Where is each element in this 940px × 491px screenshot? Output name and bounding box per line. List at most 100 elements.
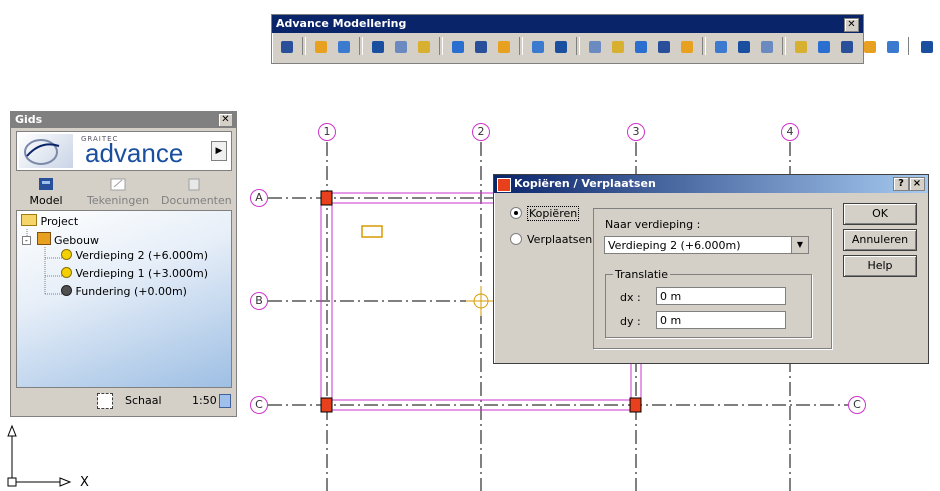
toolbar-split-button[interactable] <box>711 37 731 57</box>
toolbar-roof-button[interactable] <box>494 37 514 57</box>
toolbar-copy-button[interactable] <box>791 37 811 57</box>
column-c1 <box>320 397 333 413</box>
tree-building[interactable]: - Gebouw <box>22 232 99 247</box>
guide-panel-title: Gids ✕ <box>11 112 236 128</box>
toolbar-opening-button[interactable] <box>585 37 605 57</box>
toolbar-axis-button[interactable] <box>654 37 674 57</box>
tree-level-1[interactable]: Verdieping 1 (+3.000m) <box>61 267 208 280</box>
grid-label-c: C <box>250 396 268 414</box>
level-active-icon <box>61 249 72 260</box>
cursor-icon <box>466 286 496 316</box>
grid-label-a: A <box>250 189 268 207</box>
foundation-icon <box>61 285 72 296</box>
collapse-icon[interactable]: - <box>22 236 31 245</box>
toolbar-move-button[interactable] <box>837 37 857 57</box>
toolbar-view-button[interactable] <box>917 37 937 57</box>
graitec-logo <box>19 134 73 168</box>
documents-icon <box>184 176 204 192</box>
toolbar-rotate-button[interactable] <box>860 37 880 57</box>
dx-field[interactable]: 0 m <box>656 287 786 305</box>
tree-project[interactable]: Project <box>21 214 78 228</box>
tree-level-2[interactable]: Verdieping 2 (+6.000m) <box>61 249 208 262</box>
chevron-down-icon[interactable]: ▼ <box>791 237 808 253</box>
toolbar-separator <box>439 37 443 55</box>
toolbar-pen-button[interactable] <box>734 37 754 57</box>
expand-arrow-button[interactable]: ▶ <box>211 141 227 161</box>
slab-icon <box>452 41 464 53</box>
house-icon <box>887 41 899 53</box>
guide-statusbar: Schaal 1:50 <box>11 390 236 412</box>
scale-label: Schaal <box>125 394 162 407</box>
toolbar-paste-button[interactable] <box>814 37 834 57</box>
toolbar-measure-button[interactable] <box>631 37 651 57</box>
help-button[interactable]: Help <box>843 255 917 277</box>
toolbar-stair-button[interactable] <box>528 37 548 57</box>
brand-banner: GRAITEC advance ▶ <box>16 131 232 171</box>
measure-icon <box>635 41 647 53</box>
folder-icon <box>315 41 327 53</box>
toolbar-column-button[interactable] <box>391 37 411 57</box>
radio-move[interactable]: Verplaatsen <box>510 233 592 246</box>
toolbar-close-button[interactable]: ✕ <box>844 18 859 32</box>
building-icon <box>36 232 51 245</box>
dx-label: dx : <box>620 291 641 304</box>
brand-name: advance <box>85 138 184 168</box>
toolbar-brush-button[interactable] <box>757 37 777 57</box>
toolbar-separator <box>519 37 523 55</box>
toolbar-separator <box>908 37 912 55</box>
toolbar-house-button[interactable] <box>883 37 903 57</box>
tab-documents[interactable]: Documenten <box>161 176 232 207</box>
translation-label: Translatie <box>613 268 671 281</box>
toolbar-separator <box>782 37 786 55</box>
dialog-help-button[interactable]: ? <box>893 177 909 191</box>
toolbar-guide-button[interactable] <box>277 37 297 57</box>
ucs-icon <box>7 424 72 487</box>
stair-icon <box>532 41 544 53</box>
drawings-icon <box>108 176 128 192</box>
toolbar-folder-button[interactable] <box>311 37 331 57</box>
radio-move-dot[interactable] <box>510 233 522 245</box>
target-level-select[interactable]: Verdieping 2 (+6.000m) ▼ <box>604 236 809 254</box>
tree-level-foundation[interactable]: Fundering (+0.00m) <box>61 285 187 298</box>
roof-icon <box>498 41 510 53</box>
rotate-icon <box>864 41 876 53</box>
toolbar-beam-button[interactable] <box>414 37 434 57</box>
grid-icon <box>372 41 384 53</box>
move-icon <box>841 41 853 53</box>
dialog-titlebar: Kopiëren / Verplaatsen ? × <box>494 175 928 193</box>
grid-label-b: B <box>250 292 268 310</box>
radio-copy-dot[interactable] <box>510 207 522 219</box>
target-level-label: Naar verdieping : <box>605 218 701 231</box>
dy-field[interactable]: 0 m <box>656 311 786 329</box>
toolbar-wave-button[interactable] <box>677 37 697 57</box>
toolbar-element-button[interactable] <box>551 37 571 57</box>
scale-resize-icon[interactable] <box>219 394 231 408</box>
column-a1 <box>320 190 333 206</box>
radio-copy[interactable]: Kopiëren <box>510 206 580 221</box>
toolbar-hatch-button[interactable] <box>608 37 628 57</box>
toolbar-slab-button[interactable] <box>448 37 468 57</box>
guide-close-button[interactable]: ✕ <box>218 113 233 127</box>
guide-panel: Gids ✕ GRAITEC advance ▶ Model Tekeninge… <box>10 111 237 417</box>
beam-icon <box>418 41 430 53</box>
model-icon <box>36 176 56 192</box>
tab-model[interactable]: Model <box>29 176 63 207</box>
element-icon <box>555 41 567 53</box>
column-icon <box>395 41 407 53</box>
toolbar-grid-button[interactable] <box>368 37 388 57</box>
level-marker-icon <box>361 225 383 238</box>
toolbar-title: Advance Modellering <box>272 15 863 33</box>
scale-value[interactable]: 1:50 <box>192 394 217 407</box>
copy-icon <box>795 41 807 53</box>
ok-button[interactable]: OK <box>843 203 917 225</box>
level-icon <box>61 267 72 278</box>
toolbar-layers-button[interactable] <box>334 37 354 57</box>
view-icon <box>921 41 933 53</box>
scale-icon[interactable] <box>97 393 113 409</box>
pen-icon <box>738 41 750 53</box>
dialog-app-icon <box>497 178 511 192</box>
tab-drawings[interactable]: Tekeningen <box>87 176 149 207</box>
cancel-button[interactable]: Annuleren <box>843 229 917 251</box>
dialog-close-button[interactable]: × <box>909 177 925 191</box>
toolbar-wall-button[interactable] <box>471 37 491 57</box>
